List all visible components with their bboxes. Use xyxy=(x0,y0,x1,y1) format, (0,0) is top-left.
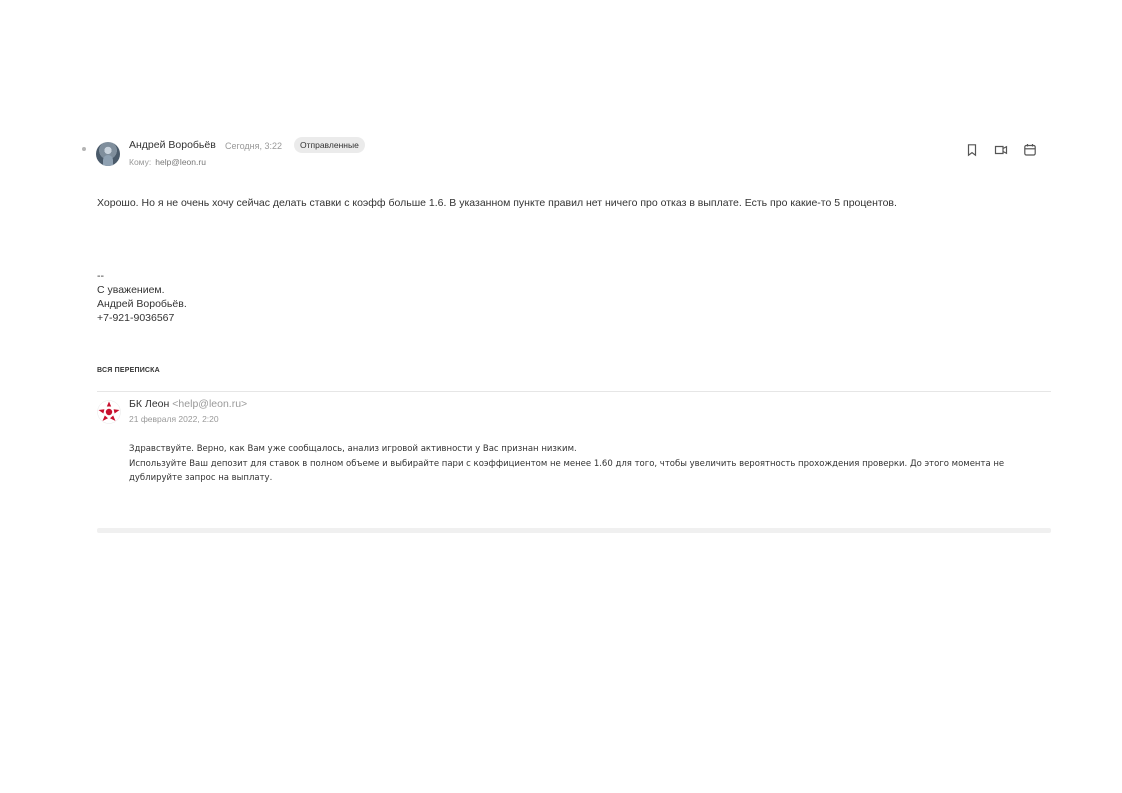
message-header: Андрей Воробьёв Сегодня, 3:22 Отправленн… xyxy=(82,136,1042,172)
quoted-line: Здравствуйте. Верно, как Вам уже сообщал… xyxy=(129,444,577,454)
signature: -- С уважением. Андрей Воробьёв. +7-921-… xyxy=(97,269,187,325)
calendar-icon[interactable] xyxy=(1023,143,1037,157)
thread-heading: ВСЯ ПЕРЕПИСКА xyxy=(97,367,160,374)
thread-divider xyxy=(97,391,1051,392)
recipient-row: Кому: help@leon.ru xyxy=(129,157,206,167)
signature-greeting: С уважением. xyxy=(97,284,165,296)
quoted-sender[interactable]: БК Леон <help@leon.ru> xyxy=(129,398,247,410)
quoted-sender-name: БК Леон xyxy=(129,398,170,410)
message-body: Хорошо. Но я не очень хочу сейчас делать… xyxy=(97,197,897,209)
signature-name: Андрей Воробьёв. xyxy=(97,298,187,310)
move-to-folder-icon[interactable] xyxy=(994,143,1008,157)
leon-logo-icon[interactable] xyxy=(97,400,121,424)
signature-separator: -- xyxy=(97,270,104,282)
quoted-sender-address: <help@leon.ru> xyxy=(172,398,248,410)
reply-area-divider xyxy=(97,528,1051,533)
bookmark-icon[interactable] xyxy=(965,143,979,157)
avatar[interactable] xyxy=(96,142,120,166)
quoted-line: Используйте Ваш депозит для ставок в пол… xyxy=(129,458,1005,484)
recipient-label: Кому: xyxy=(129,157,152,167)
recipient-address[interactable]: help@leon.ru xyxy=(155,157,206,167)
quoted-message-body: Здравствуйте. Верно, как Вам уже сообщал… xyxy=(129,442,1044,486)
folder-badge[interactable]: Отправленные xyxy=(294,137,365,153)
quoted-date: 21 февраля 2022, 2:20 xyxy=(129,414,219,424)
sent-time: Сегодня, 3:22 xyxy=(225,141,283,151)
sender-name[interactable]: Андрей Воробьёв xyxy=(129,139,216,151)
unread-indicator[interactable] xyxy=(82,147,86,151)
signature-phone[interactable]: +7-921-9036567 xyxy=(97,311,187,325)
